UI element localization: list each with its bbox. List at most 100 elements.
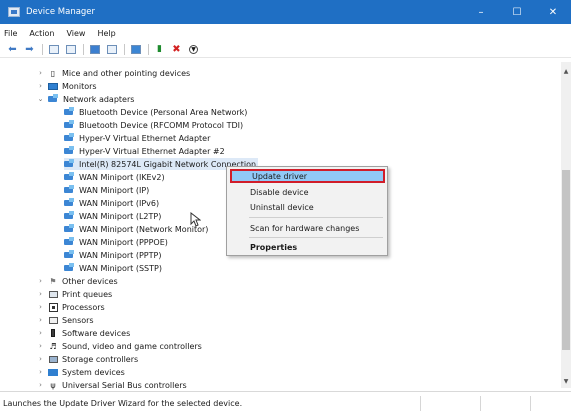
properties-icon[interactable]: [64, 43, 77, 55]
tree-category[interactable]: › Software devices: [36, 327, 130, 339]
device-label: WAN Miniport (IKEv2): [79, 172, 165, 182]
maximize-button[interactable]: ☐: [499, 0, 535, 24]
menu-separator: [249, 217, 383, 218]
chevron-right-icon[interactable]: ›: [36, 342, 45, 350]
status-bar: Launches the Update Driver Wizard for th…: [0, 391, 571, 414]
enable-device-icon[interactable]: ▼: [187, 43, 200, 55]
uninstall-icon[interactable]: ✖: [170, 43, 183, 55]
tree-device[interactable]: Hyper-V Virtual Ethernet Adapter #2: [64, 145, 225, 157]
tree-device[interactable]: WAN Miniport (PPPOE): [64, 236, 168, 248]
category-label: Network adapters: [63, 94, 135, 104]
menu-file[interactable]: File: [4, 29, 17, 38]
menu-item-label: Disable device: [250, 187, 309, 197]
tree-category[interactable]: › Processors: [36, 301, 105, 313]
chevron-right-icon[interactable]: ›: [36, 290, 45, 298]
tree-device[interactable]: WAN Miniport (PPTP): [64, 249, 161, 261]
tree-device[interactable]: Hyper-V Virtual Ethernet Adapter: [64, 132, 210, 144]
tree-device[interactable]: WAN Miniport (IKEv2): [64, 171, 165, 183]
chevron-right-icon[interactable]: ›: [36, 277, 45, 285]
mouse-cursor-icon: [190, 212, 201, 227]
device-label: Hyper-V Virtual Ethernet Adapter #2: [79, 146, 225, 156]
tree-category[interactable]: › ⚑ Other devices: [36, 275, 118, 287]
device-label: WAN Miniport (SSTP): [79, 263, 162, 273]
tree-category[interactable]: › ♬ Sound, video and game controllers: [36, 340, 202, 352]
device-manager-icon: [8, 7, 20, 17]
speaker-icon: ♬: [49, 341, 57, 351]
menu-item-label: Properties: [250, 242, 298, 252]
chevron-right-icon[interactable]: ›: [36, 381, 45, 389]
network-adapter-icon: [48, 94, 59, 103]
network-adapter-icon: [64, 107, 75, 116]
scan-hardware-menu-item[interactable]: Scan for hardware changes: [230, 221, 385, 235]
mouse-icon: ▯: [50, 68, 56, 78]
tree-device[interactable]: WAN Miniport (L2TP): [64, 210, 161, 222]
chevron-down-icon[interactable]: ⌄: [36, 95, 45, 103]
tree-category[interactable]: › Print queues: [36, 288, 112, 300]
network-adapter-icon: [64, 133, 75, 142]
category-label: Sensors: [62, 315, 94, 325]
category-label: Sound, video and game controllers: [62, 341, 202, 351]
chevron-right-icon[interactable]: ›: [36, 316, 45, 324]
minimize-button[interactable]: –: [463, 0, 499, 24]
uninstall-device-menu-item[interactable]: Uninstall device: [230, 200, 385, 214]
window-title: Device Manager: [26, 7, 96, 17]
category-label: Monitors: [62, 81, 97, 91]
tree-device[interactable]: WAN Miniport (SSTP): [64, 262, 162, 274]
update-driver-menu-item[interactable]: Update driver: [230, 169, 385, 183]
title-bar: Device Manager – ☐ ✕: [0, 0, 571, 24]
menu-view[interactable]: View: [66, 29, 85, 38]
vertical-scrollbar[interactable]: ▲ ▼: [561, 62, 571, 388]
scroll-thumb[interactable]: [562, 170, 570, 350]
chevron-right-icon[interactable]: ›: [36, 329, 45, 337]
chevron-right-icon[interactable]: ›: [36, 303, 45, 311]
tree-device[interactable]: Bluetooth Device (RFCOMM Protocol TDI): [64, 119, 243, 131]
category-label: Processors: [62, 302, 105, 312]
device-label: WAN Miniport (PPTP): [79, 250, 162, 260]
tree-category[interactable]: › Sensors: [36, 314, 94, 326]
tree-device[interactable]: WAN Miniport (IP): [64, 184, 149, 196]
scroll-up-icon[interactable]: ▲: [561, 66, 571, 76]
disable-device-menu-item[interactable]: Disable device: [230, 185, 385, 199]
monitor-icon: [48, 82, 58, 91]
back-arrow-icon[interactable]: ⬅: [6, 43, 19, 55]
tree-category[interactable]: ⌄ Network adapters: [36, 93, 134, 105]
tree-category[interactable]: › System devices: [36, 366, 125, 378]
update-driver-icon[interactable]: ▮: [153, 43, 166, 55]
tree-category[interactable]: › ψ Universal Serial Bus controllers: [36, 379, 187, 391]
scan-hardware-icon[interactable]: [129, 43, 142, 55]
properties-menu-item[interactable]: Properties: [230, 240, 385, 254]
menu-action[interactable]: Action: [29, 29, 54, 38]
toolbar: ⬅ ➡ ▮ ✖ ▼: [0, 41, 571, 58]
network-adapter-icon: [64, 211, 75, 220]
chevron-right-icon[interactable]: ›: [36, 69, 45, 77]
forward-arrow-icon[interactable]: ➡: [23, 43, 36, 55]
category-label: System devices: [62, 367, 125, 377]
tree-device[interactable]: Bluetooth Device (Personal Area Network): [64, 106, 247, 118]
network-adapter-icon: [64, 146, 75, 155]
help-icon[interactable]: [88, 43, 101, 55]
close-button[interactable]: ✕: [535, 0, 571, 24]
chevron-right-icon[interactable]: ›: [36, 368, 45, 376]
view-resources-icon[interactable]: [105, 43, 118, 55]
tree-device[interactable]: WAN Miniport (IPv6): [64, 197, 159, 209]
menu-item-label: Scan for hardware changes: [250, 223, 360, 233]
sensor-icon: [48, 316, 58, 325]
tree-category[interactable]: › ▯ Mice and other pointing devices: [36, 67, 190, 79]
show-hide-console-tree-icon[interactable]: [47, 43, 60, 55]
menu-help[interactable]: Help: [97, 29, 115, 38]
chevron-right-icon[interactable]: ›: [36, 355, 45, 363]
toolbar-divider: [148, 43, 149, 55]
usb-icon: ψ: [50, 380, 56, 390]
chevron-right-icon[interactable]: ›: [36, 82, 45, 90]
device-label: Bluetooth Device (RFCOMM Protocol TDI): [79, 120, 244, 130]
category-label: Print queues: [62, 289, 113, 299]
tree-category[interactable]: › Storage controllers: [36, 353, 138, 365]
network-adapter-icon: [64, 159, 75, 168]
scroll-down-icon[interactable]: ▼: [561, 376, 571, 386]
category-label: Mice and other pointing devices: [62, 68, 191, 78]
tree-device[interactable]: WAN Miniport (Network Monitor): [64, 223, 208, 235]
tree-category[interactable]: › Monitors: [36, 80, 97, 92]
network-adapter-icon: [64, 185, 75, 194]
menu-bar: File Action View Help: [0, 26, 128, 40]
status-divider: [420, 396, 421, 411]
